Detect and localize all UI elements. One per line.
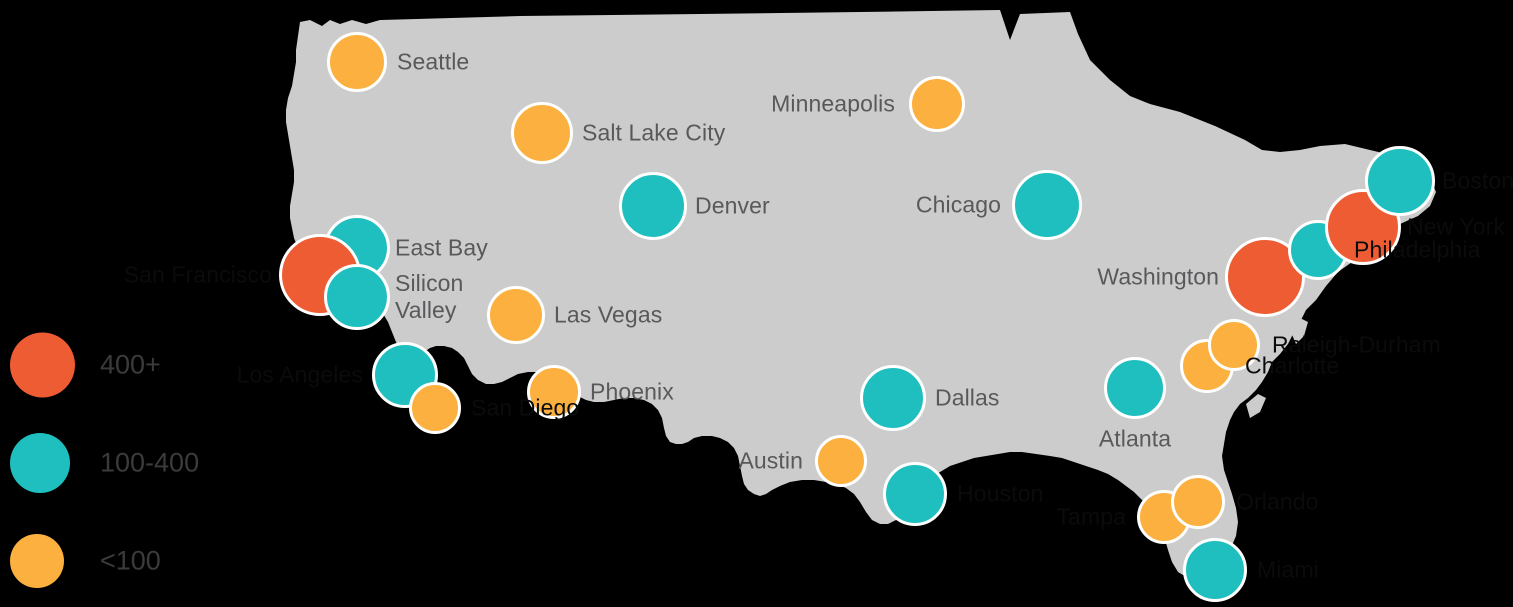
city-label-miami: Miami [1257, 556, 1319, 583]
city-label-philadelphia: Philadelphia [1354, 236, 1481, 263]
legend-label-small: <100 [100, 545, 161, 576]
city-label-salt-lake-city: Salt Lake City [582, 119, 726, 146]
city-label-san-diego: San Diego [471, 394, 580, 421]
city-label-raleigh-durham: Raleigh-Durham [1272, 331, 1441, 358]
city-label-atlanta: Atlanta [1098, 425, 1172, 452]
city-label-new-york: New York [1407, 213, 1505, 240]
map-bubble-miami[interactable] [1183, 538, 1247, 602]
map-bubble-dallas[interactable] [860, 365, 926, 431]
legend-swatch-small [10, 534, 64, 588]
map-bubble-denver[interactable] [619, 172, 687, 240]
legend: 400+ 100-400 <100 [0, 330, 260, 607]
city-label-houston: Houston [957, 480, 1044, 507]
map-bubble-seattle[interactable] [327, 32, 387, 92]
city-label-boston: Boston [1442, 167, 1513, 194]
map-bubble-san-diego[interactable] [409, 382, 461, 434]
map-bubble-houston[interactable] [883, 462, 947, 526]
city-label-chicago: Chicago [915, 191, 1001, 218]
city-label-east-bay: East Bay [395, 234, 488, 261]
map-bubble-salt-lake-city[interactable] [511, 102, 573, 164]
city-label-minneapolis: Minneapolis [771, 90, 895, 117]
city-label-san-francisco: San Francisco [123, 261, 272, 288]
map-bubble-orlando[interactable] [1171, 475, 1225, 529]
map-bubble-boston[interactable] [1365, 146, 1435, 216]
city-label-austin: Austin [738, 447, 803, 474]
legend-row-large[interactable]: 400+ [0, 330, 260, 400]
legend-row-small[interactable]: <100 [0, 526, 260, 596]
city-label-washington: Washington [1097, 263, 1219, 290]
legend-label-large: 400+ [100, 349, 161, 380]
city-label-denver: Denver [695, 192, 770, 219]
legend-row-mid[interactable]: 100-400 [0, 428, 260, 498]
city-label-silicon-valley: Silicon Valley [395, 270, 464, 323]
bubble-map-figure: Seattle Salt Lake City Minneapolis Denver Ch… [0, 0, 1513, 607]
city-label-orlando: Orlando [1236, 488, 1319, 515]
legend-swatch-mid [10, 433, 70, 493]
map-bubble-silicon-valley[interactable] [324, 264, 390, 330]
map-bubble-minneapolis[interactable] [909, 76, 965, 132]
city-label-seattle: Seattle [397, 48, 470, 75]
city-label-dallas: Dallas [935, 384, 1000, 411]
map-bubble-austin[interactable] [815, 435, 867, 487]
city-label-phoenix: Phoenix [590, 378, 674, 405]
map-bubble-chicago[interactable] [1012, 170, 1082, 240]
city-label-tampa: Tampa [1056, 503, 1126, 530]
map-bubble-las-vegas[interactable] [487, 286, 545, 344]
city-label-las-vegas: Las Vegas [554, 301, 663, 328]
legend-label-mid: 100-400 [100, 447, 200, 478]
legend-swatch-large [10, 332, 75, 398]
map-bubble-atlanta[interactable] [1104, 357, 1166, 419]
